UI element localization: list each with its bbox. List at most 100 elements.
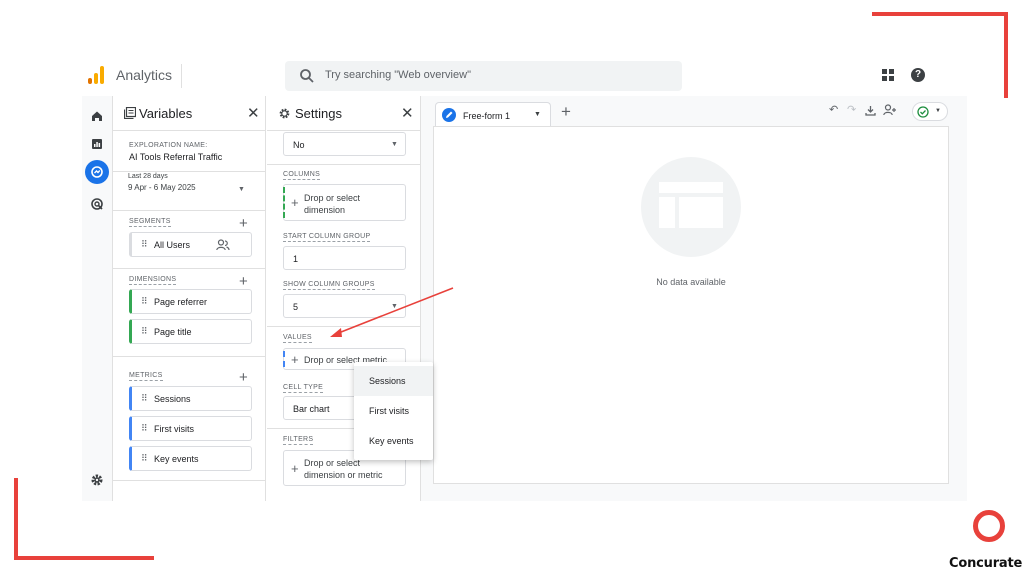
date-range-selector[interactable]: Last 28 days 9 Apr - 6 May 2025 xyxy=(128,173,228,201)
start-column-group-label: START COLUMN GROUP xyxy=(283,233,371,242)
metric-label: First visits xyxy=(154,424,194,434)
exploration-canvas-area: Free-form 1 ▼ + ↶ ↷ ▼ No data available xyxy=(421,96,967,501)
left-nav-rail xyxy=(82,96,112,501)
divider xyxy=(113,480,265,481)
menu-item[interactable]: Key events xyxy=(354,426,433,456)
add-dimension-button[interactable]: + xyxy=(239,274,248,289)
segment-chip[interactable]: ⠿ All Users xyxy=(129,232,252,257)
status-menu-button[interactable]: ▼ xyxy=(912,102,948,121)
help-icon[interactable]: ? xyxy=(911,68,925,82)
metric-label: Sessions xyxy=(154,394,191,404)
chevron-down-icon[interactable]: ▼ xyxy=(534,111,541,118)
segment-label: All Users xyxy=(154,240,191,250)
app-title: Analytics xyxy=(116,67,173,83)
top-bar: Analytics Try searching "Web overview" ? xyxy=(82,56,967,96)
close-icon[interactable]: ✕ xyxy=(247,104,260,122)
plus-icon: + xyxy=(291,461,299,476)
menu-item-label: Key events xyxy=(369,436,414,446)
apps-icon[interactable] xyxy=(882,69,894,81)
columns-drop-text: Drop or select dimension xyxy=(304,193,361,215)
plus-icon: + xyxy=(291,352,299,367)
redo-icon[interactable]: ↷ xyxy=(847,103,856,116)
divider xyxy=(113,210,265,211)
dimension-chip[interactable]: ⠿ Page referrer xyxy=(129,289,252,314)
search-icon xyxy=(300,69,314,83)
dimension-label: Page referrer xyxy=(154,297,208,307)
divider xyxy=(113,171,265,172)
tab-label: Free-form 1 xyxy=(463,111,511,121)
segments-label: SEGMENTS xyxy=(129,218,171,227)
undo-icon[interactable]: ↶ xyxy=(829,103,838,116)
share-users-icon[interactable] xyxy=(883,104,897,116)
metric-label: Key events xyxy=(154,454,199,464)
drag-handle-icon[interactable]: ⠿ xyxy=(141,239,148,250)
chevron-down-icon[interactable]: ▼ xyxy=(238,186,245,193)
metric-dropdown-menu: Sessions First visits Key events xyxy=(354,362,433,460)
no-data-message: No data available xyxy=(656,277,726,287)
filters-drop-text-line2: dimension or metric xyxy=(304,470,383,480)
nested-rows-select[interactable]: No ▼ xyxy=(283,132,406,156)
cell-type-label: CELL TYPE xyxy=(283,384,324,393)
brand-name: Concurate xyxy=(949,556,1023,571)
columns-drop-zone[interactable]: + Drop or select dimension xyxy=(283,184,406,221)
advertising-icon[interactable] xyxy=(85,192,109,216)
menu-item[interactable]: Sessions xyxy=(354,366,433,396)
drag-handle-icon[interactable]: ⠿ xyxy=(141,326,148,337)
divider xyxy=(113,130,265,131)
filters-label: FILTERS xyxy=(283,436,314,445)
divider xyxy=(113,356,265,357)
download-icon[interactable] xyxy=(865,105,876,116)
menu-item-label: Sessions xyxy=(369,376,406,386)
cell-type-value: Bar chart xyxy=(293,404,330,414)
add-tab-button[interactable]: + xyxy=(561,102,571,122)
drag-handle-icon[interactable]: ⠿ xyxy=(141,453,148,464)
metric-chip[interactable]: ⠿ First visits xyxy=(129,416,252,441)
dimension-label: Page title xyxy=(154,327,192,337)
filters-drop-text-line1: Drop or select xyxy=(304,458,361,468)
pencil-icon xyxy=(442,108,456,122)
chevron-down-icon: ▼ xyxy=(935,108,941,114)
close-icon[interactable]: ✕ xyxy=(401,104,414,122)
nested-rows-value: No xyxy=(293,140,305,150)
date-preset-label: Last 28 days xyxy=(128,173,168,180)
analytics-logo-icon xyxy=(88,66,106,84)
settings-gear-icon xyxy=(279,108,290,119)
variables-title: Variables xyxy=(139,106,193,121)
annotation-arrow xyxy=(330,287,454,337)
menu-item-label: First visits xyxy=(369,406,409,416)
drag-handle-icon[interactable]: ⠿ xyxy=(141,423,148,434)
metric-chip[interactable]: ⠿ Sessions xyxy=(129,386,252,411)
date-range-text: 9 Apr - 6 May 2025 xyxy=(128,183,196,192)
show-column-groups-value: 5 xyxy=(293,302,299,312)
add-metric-button[interactable]: + xyxy=(239,370,248,385)
plus-icon: + xyxy=(291,195,299,210)
settings-icon[interactable] xyxy=(85,468,109,492)
start-column-group-input[interactable]: 1 xyxy=(283,246,406,270)
reports-icon[interactable] xyxy=(85,132,109,156)
analytics-app: Analytics Try searching "Web overview" ? xyxy=(82,56,967,501)
drag-handle-icon[interactable]: ⠿ xyxy=(141,296,148,307)
tab-free-form[interactable]: Free-form 1 ▼ xyxy=(435,102,551,127)
divider xyxy=(181,64,182,88)
metrics-label: METRICS xyxy=(129,372,163,381)
concurate-logo-icon xyxy=(973,510,1005,542)
search-placeholder: Try searching "Web overview" xyxy=(325,69,471,81)
home-icon[interactable] xyxy=(85,104,109,128)
dimension-chip[interactable]: ⠿ Page title xyxy=(129,319,252,344)
start-column-group-value: 1 xyxy=(293,254,299,264)
dimensions-label: DIMENSIONS xyxy=(129,276,177,285)
users-icon xyxy=(216,239,230,251)
exploration-name-label: EXPLORATION NAME: xyxy=(129,142,208,149)
explore-icon[interactable] xyxy=(85,160,109,184)
canvas: No data available xyxy=(433,126,949,484)
search-bar[interactable]: Try searching "Web overview" xyxy=(285,61,682,91)
add-segment-button[interactable]: + xyxy=(239,216,248,231)
menu-item[interactable]: First visits xyxy=(354,396,433,426)
divider xyxy=(267,130,420,131)
metric-chip[interactable]: ⠿ Key events xyxy=(129,446,252,471)
values-label: VALUES xyxy=(283,334,312,343)
variables-panel: Variables ✕ EXPLORATION NAME: AI Tools R… xyxy=(112,96,266,501)
drag-handle-icon[interactable]: ⠿ xyxy=(141,393,148,404)
exploration-name-input[interactable]: AI Tools Referral Traffic xyxy=(129,152,222,162)
variables-icon xyxy=(124,107,136,119)
